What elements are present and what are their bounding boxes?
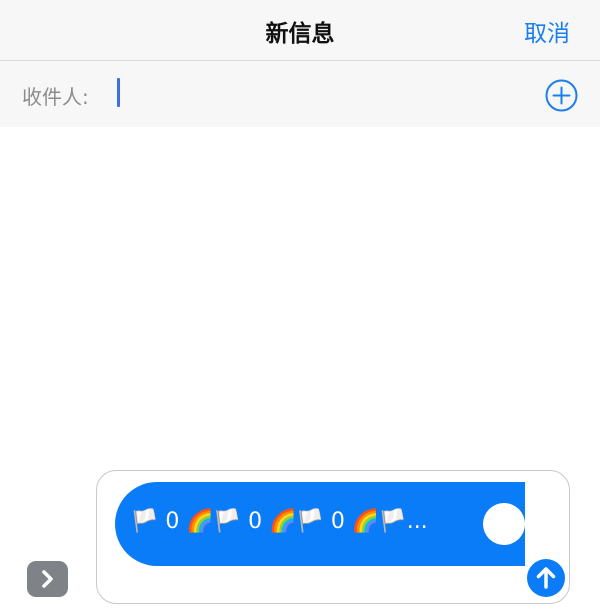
send-button[interactable] [527,559,565,597]
arrow-up-icon [536,567,556,589]
add-contact-button[interactable] [545,79,578,112]
page-title: 新信息 [265,21,335,47]
message-preview-text: 🏳️ 0 🌈🏳️ 0 🌈🏳️ 0 🌈🏳️... [131,509,428,534]
expand-apps-button[interactable] [27,561,68,597]
chevron-right-icon [42,570,53,588]
recipient-bar: 收件人: [0,61,600,127]
widget-knob [483,503,525,545]
text-cursor [117,78,120,107]
navigation-bar: 新信息 取消 [0,0,600,61]
cancel-button[interactable]: 取消 [524,14,570,48]
plus-circle-icon [545,79,578,112]
recipient-input[interactable] [116,75,516,111]
recipient-label: 收件人: [22,85,89,109]
message-preview-widget: 🏳️ 0 🌈🏳️ 0 🌈🏳️ 0 🌈🏳️... [115,482,525,566]
message-compose-field[interactable]: 🏳️ 0 🌈🏳️ 0 🌈🏳️ 0 🌈🏳️... [96,470,570,604]
